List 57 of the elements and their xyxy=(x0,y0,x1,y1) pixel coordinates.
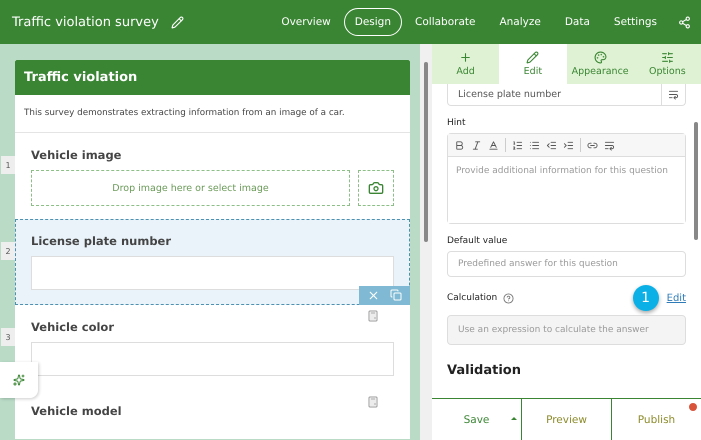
question-number: 3 xyxy=(1,328,15,346)
nav-tab[interactable]: Overview xyxy=(270,8,342,36)
question-label: Vehicle color xyxy=(31,320,115,334)
calculator-icon xyxy=(367,310,379,322)
question-number: 1 xyxy=(1,156,15,174)
default-value-field[interactable]: Predefined answer for this question xyxy=(447,251,686,277)
field-label: Default value xyxy=(447,236,508,246)
camera-icon xyxy=(368,180,384,196)
question-label: Vehicle image xyxy=(31,148,122,162)
panel-tab[interactable]: Options xyxy=(634,44,701,84)
nav-tab[interactable]: Design xyxy=(344,8,402,36)
caret-icon[interactable] xyxy=(511,417,517,420)
notification-dot xyxy=(689,403,697,411)
bullet-list-icon[interactable] xyxy=(529,140,540,150)
form-title: Traffic violation xyxy=(15,60,410,95)
scrollbar-thumb[interactable] xyxy=(424,62,428,242)
sparkle-icon xyxy=(13,374,25,386)
calculator-icon xyxy=(367,396,379,408)
step-badge: 1 xyxy=(632,285,659,311)
camera-button[interactable] xyxy=(358,170,394,206)
text-input[interactable] xyxy=(31,342,394,376)
panel-tab[interactable]: Appearance xyxy=(566,44,634,84)
text-color-icon[interactable] xyxy=(488,140,499,150)
panel-tab[interactable]: Edit xyxy=(499,44,566,84)
sparkle-button[interactable] xyxy=(0,362,38,398)
question-label: License plate number xyxy=(31,234,172,248)
scrollbar-thumb[interactable] xyxy=(694,122,698,240)
nav-tab[interactable]: Settings xyxy=(602,8,668,36)
text-input[interactable] xyxy=(31,256,394,290)
help-icon[interactable] xyxy=(503,292,514,304)
field-label: Hint xyxy=(447,118,467,128)
field-label: Calculation xyxy=(447,293,498,303)
section-heading: Validation xyxy=(447,363,522,378)
nav-tab[interactable]: Collaborate xyxy=(404,8,486,36)
pencil-icon[interactable] xyxy=(170,16,184,28)
calculation-field[interactable]: Use an expression to calculate the answer xyxy=(447,315,686,345)
palette-icon xyxy=(594,51,607,64)
plus-icon xyxy=(459,51,472,64)
share-icon[interactable] xyxy=(678,16,691,28)
wrap-text-icon[interactable] xyxy=(604,140,615,150)
nav-tab[interactable]: Analyze xyxy=(488,8,552,36)
hint-editor[interactable]: Provide additional information for this question xyxy=(447,133,686,224)
panel-tab[interactable]: Add xyxy=(432,44,500,84)
bold-icon[interactable] xyxy=(454,140,465,150)
label-field[interactable]: License plate number xyxy=(447,84,686,106)
outdent-icon[interactable] xyxy=(546,140,557,150)
italic-icon[interactable] xyxy=(471,140,482,150)
question-number: 2 xyxy=(1,242,15,260)
numbered-list-icon[interactable] xyxy=(512,140,523,150)
sliders-icon xyxy=(660,51,674,64)
survey-title: Traffic violation survey xyxy=(12,14,159,30)
indent-icon[interactable] xyxy=(563,140,574,150)
pencil-icon xyxy=(526,51,540,64)
edit-link[interactable]: Edit xyxy=(666,292,686,304)
nav-tab[interactable]: Data xyxy=(554,8,601,36)
question-label: Vehicle model xyxy=(31,404,123,418)
image-drop-zone[interactable]: Drop image here or select image xyxy=(31,170,350,206)
